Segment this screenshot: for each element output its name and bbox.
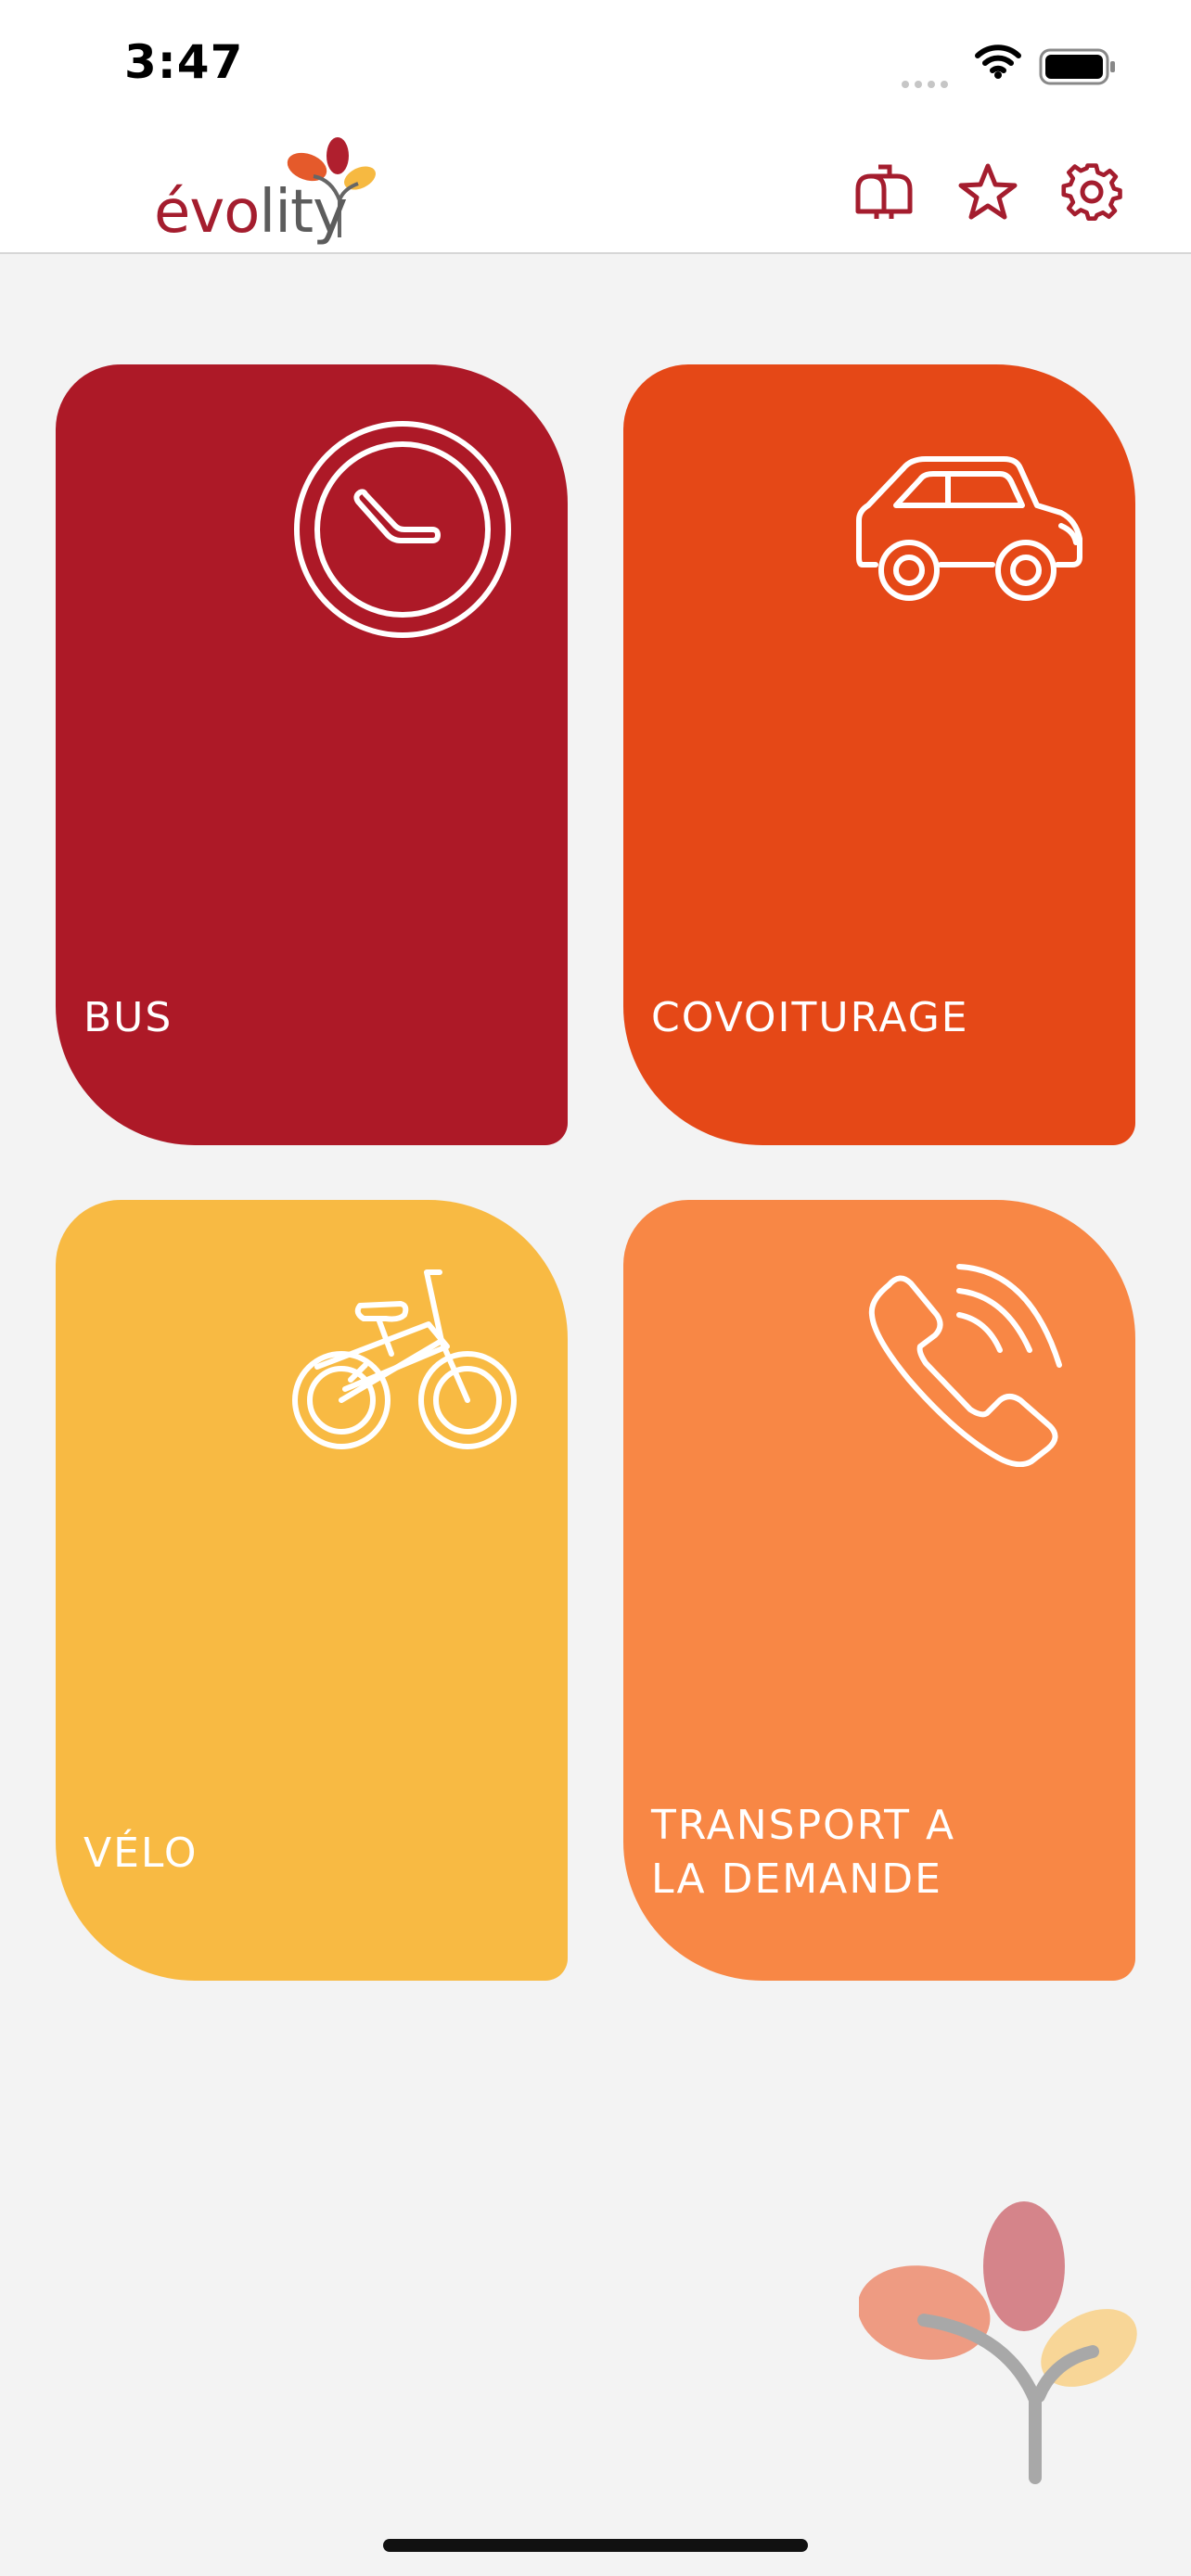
tile-transport-label-line1: TRANSPORT A <box>651 1802 956 1849</box>
bike-icon <box>289 1269 521 1458</box>
tile-transport-label-line2: LA DEMANDE <box>651 1855 942 1903</box>
settings-gear-icon[interactable] <box>1059 159 1124 224</box>
car-icon <box>855 446 1087 617</box>
tile-velo[interactable]: VÉLO <box>56 1200 568 1981</box>
home-indicator[interactable] <box>383 2539 808 2552</box>
wifi-icon <box>974 43 1022 83</box>
mailbox-icon[interactable] <box>852 159 916 224</box>
tile-bus[interactable]: BUS <box>56 364 568 1145</box>
phone-icon <box>866 1263 1070 1471</box>
decorative-leaf-logo <box>857 2198 1137 2489</box>
tile-transport-label: TRANSPORT A LA DEMANDE <box>651 1799 955 1906</box>
cellular-signal-icon <box>902 74 954 92</box>
status-bar: 3:47 <box>0 0 1191 130</box>
tile-transport-a-la-demande[interactable]: TRANSPORT A LA DEMANDE <box>623 1200 1135 1981</box>
tile-velo-label: VÉLO <box>83 1830 198 1877</box>
tile-covoiturage[interactable]: COVOITURAGE <box>623 364 1135 1145</box>
logo-text: évolity <box>154 178 348 247</box>
favorites-star-icon[interactable] <box>955 159 1020 224</box>
evolity-logo: évolity <box>154 128 395 249</box>
battery-icon <box>1039 48 1117 89</box>
tile-covoiturage-label: COVOITURAGE <box>651 994 969 1041</box>
tile-bus-label: BUS <box>83 994 173 1041</box>
clock-icon <box>293 420 512 643</box>
status-time: 3:47 <box>124 35 244 89</box>
